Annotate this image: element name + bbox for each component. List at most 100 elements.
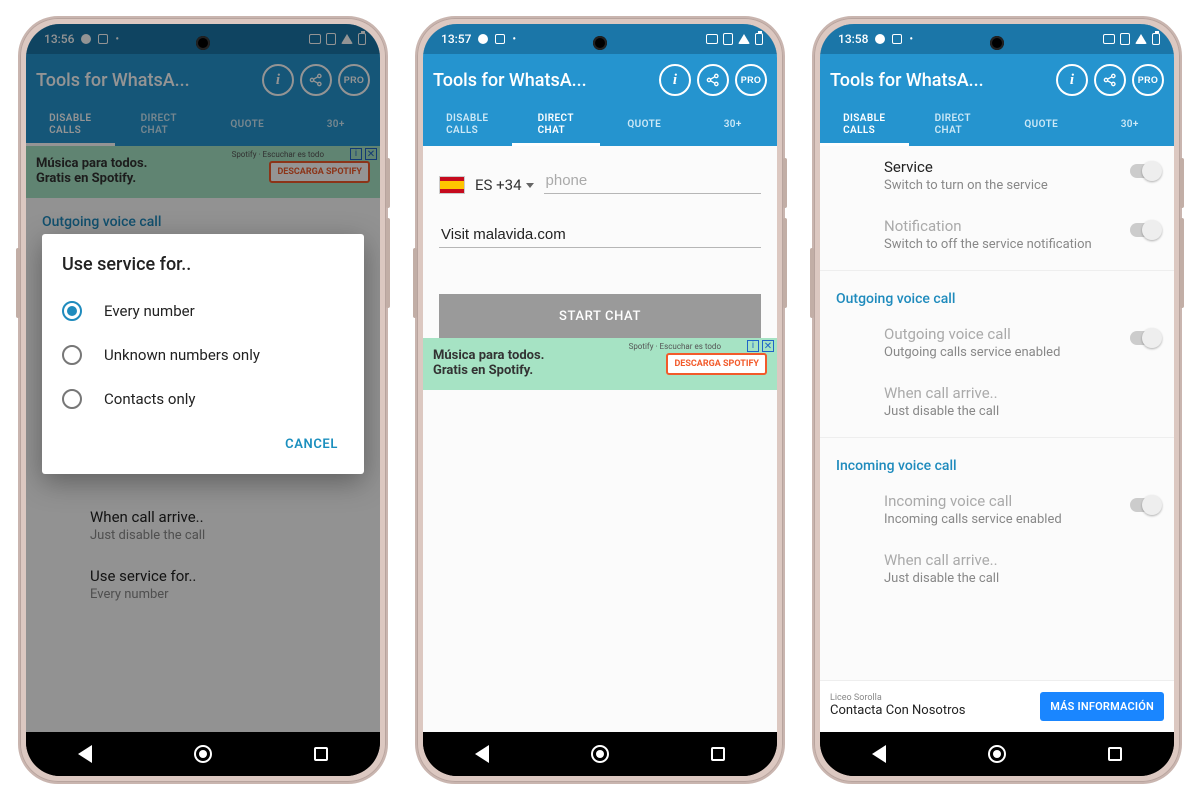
- ad-close-icon[interactable]: ✕: [762, 340, 774, 352]
- ad-cta-button[interactable]: DESCARGA SPOTIFY: [666, 353, 767, 375]
- ad-banner[interactable]: Música para todos.Gratis en Spotify. Spo…: [423, 338, 777, 390]
- status-time: 13:57: [441, 32, 471, 46]
- vibrate-icon: [723, 33, 733, 45]
- info-button[interactable]: i: [1056, 64, 1088, 96]
- share-button[interactable]: [1094, 64, 1126, 96]
- tab-bar: DISABLECALLS DIRECTCHAT QUOTE 30+: [423, 106, 777, 146]
- toggle-notification[interactable]: [1130, 223, 1160, 237]
- camera-hole: [196, 36, 210, 50]
- pro-button[interactable]: PRO: [1132, 64, 1164, 96]
- nav-back-button[interactable]: [74, 743, 96, 765]
- nav-recent-button[interactable]: [310, 743, 332, 765]
- ad-headline: Contacta Con Nosotros: [830, 704, 1040, 718]
- start-chat-button[interactable]: START CHAT: [439, 294, 761, 338]
- stage: 13:56 • Tools for WhatsA... i: [0, 0, 1200, 800]
- dialog-use-service: Use service for.. Every number Unknown n…: [42, 234, 364, 474]
- notification-dot-icon: [875, 34, 885, 44]
- info-button[interactable]: i: [659, 64, 691, 96]
- status-time: 13:58: [838, 32, 868, 46]
- nav-recent-button[interactable]: [707, 743, 729, 765]
- share-icon: [705, 72, 721, 88]
- nav-home-button[interactable]: [192, 743, 214, 765]
- section-outgoing: Outgoing voice call: [820, 277, 1174, 313]
- cast-icon: [1103, 34, 1115, 44]
- navigation-bar: [820, 732, 1174, 776]
- wifi-icon: [738, 34, 750, 44]
- nav-home-button[interactable]: [589, 743, 611, 765]
- toggle-incoming[interactable]: [1130, 498, 1160, 512]
- radio-icon: [62, 389, 82, 409]
- radio-icon: [62, 345, 82, 365]
- battery-icon: [755, 33, 763, 45]
- wifi-icon: [1135, 34, 1147, 44]
- share-button[interactable]: [697, 64, 729, 96]
- home-icon: [591, 745, 609, 763]
- toggle-service[interactable]: [1130, 164, 1160, 178]
- vibrate-icon: [1120, 33, 1130, 45]
- list-row-when-call-out[interactable]: When call arrive..Just disable the call: [820, 372, 1174, 431]
- back-icon: [872, 745, 886, 763]
- cancel-button[interactable]: CANCEL: [275, 429, 348, 460]
- camera-hole: [990, 36, 1004, 50]
- side-button: [386, 218, 390, 308]
- cast-icon: [706, 34, 718, 44]
- list-row-notification[interactable]: NotificationSwitch to off the service no…: [820, 205, 1108, 264]
- phone-frame-2: 13:57 • Tools for WhatsA... i: [415, 16, 785, 784]
- nav-home-button[interactable]: [986, 743, 1008, 765]
- more-notifications-icon: •: [909, 34, 913, 45]
- phone-frame-1: 13:56 • Tools for WhatsA... i: [18, 16, 388, 784]
- tab-bar: DISABLECALLS DIRECTCHAT QUOTE 30+: [820, 106, 1174, 146]
- tab-disable-calls[interactable]: DISABLECALLS: [423, 106, 512, 146]
- app-notification-icon: [495, 34, 505, 44]
- app-title: Tools for WhatsA...: [433, 70, 653, 91]
- home-icon: [194, 745, 212, 763]
- tab-direct-chat[interactable]: DIRECTCHAT: [512, 106, 601, 146]
- phone-input[interactable]: [544, 168, 761, 194]
- side-button: [1180, 158, 1184, 208]
- message-input[interactable]: [439, 222, 761, 248]
- side-button: [413, 248, 417, 318]
- nav-back-button[interactable]: [868, 743, 890, 765]
- list-row-service[interactable]: ServiceSwitch to turn on the service: [820, 146, 1064, 205]
- flag-icon: [439, 176, 465, 194]
- home-icon: [988, 745, 1006, 763]
- tab-quote[interactable]: QUOTE: [600, 106, 689, 146]
- tab-disable-calls[interactable]: DISABLECALLS: [820, 106, 909, 146]
- radio-option-contacts[interactable]: Contacts only: [62, 377, 360, 421]
- side-button: [783, 158, 787, 208]
- side-button: [810, 248, 814, 318]
- share-icon: [1102, 72, 1118, 88]
- app-bar: Tools for WhatsA... i PRO: [423, 54, 777, 106]
- toggle-outgoing[interactable]: [1130, 331, 1160, 345]
- side-button: [783, 218, 787, 308]
- pro-button[interactable]: PRO: [735, 64, 767, 96]
- ad-brand-text: Spotify · Escuchar es todo: [629, 342, 721, 351]
- ad-info-icon[interactable]: i: [747, 340, 759, 352]
- nav-recent-button[interactable]: [1104, 743, 1126, 765]
- tab-quote[interactable]: QUOTE: [997, 106, 1086, 146]
- chevron-down-icon: [526, 183, 534, 188]
- tab-more[interactable]: 30+: [1086, 106, 1175, 146]
- tab-direct-chat[interactable]: DIRECTCHAT: [909, 106, 998, 146]
- side-button: [386, 158, 390, 208]
- radio-option-every[interactable]: Every number: [62, 289, 360, 333]
- ad-cta-button[interactable]: MÁS INFORMACIÓN: [1040, 692, 1164, 721]
- navigation-bar: [26, 732, 380, 776]
- camera-hole: [593, 36, 607, 50]
- app-title: Tools for WhatsA...: [830, 70, 1050, 91]
- tab-more[interactable]: 30+: [689, 106, 778, 146]
- radio-option-unknown[interactable]: Unknown numbers only: [62, 333, 360, 377]
- recent-icon: [1108, 747, 1122, 761]
- recent-icon: [711, 747, 725, 761]
- ad-banner[interactable]: Liceo SorollaContacta Con Nosotros MÁS I…: [820, 680, 1174, 732]
- list-row-incoming[interactable]: Incoming voice callIncoming calls servic…: [820, 480, 1078, 539]
- list-row-outgoing[interactable]: Outgoing voice callOutgoing calls servic…: [820, 313, 1076, 372]
- radio-icon: [62, 301, 82, 321]
- list-row-when-call-in[interactable]: When call arrive..Just disable the call: [820, 539, 1174, 598]
- phone-frame-3: 13:58 • Tools for WhatsA... i: [812, 16, 1182, 784]
- more-notifications-icon: •: [512, 34, 516, 45]
- navigation-bar: [423, 732, 777, 776]
- nav-back-button[interactable]: [471, 743, 493, 765]
- back-icon: [78, 745, 92, 763]
- country-code-dropdown[interactable]: ES +34: [475, 176, 534, 194]
